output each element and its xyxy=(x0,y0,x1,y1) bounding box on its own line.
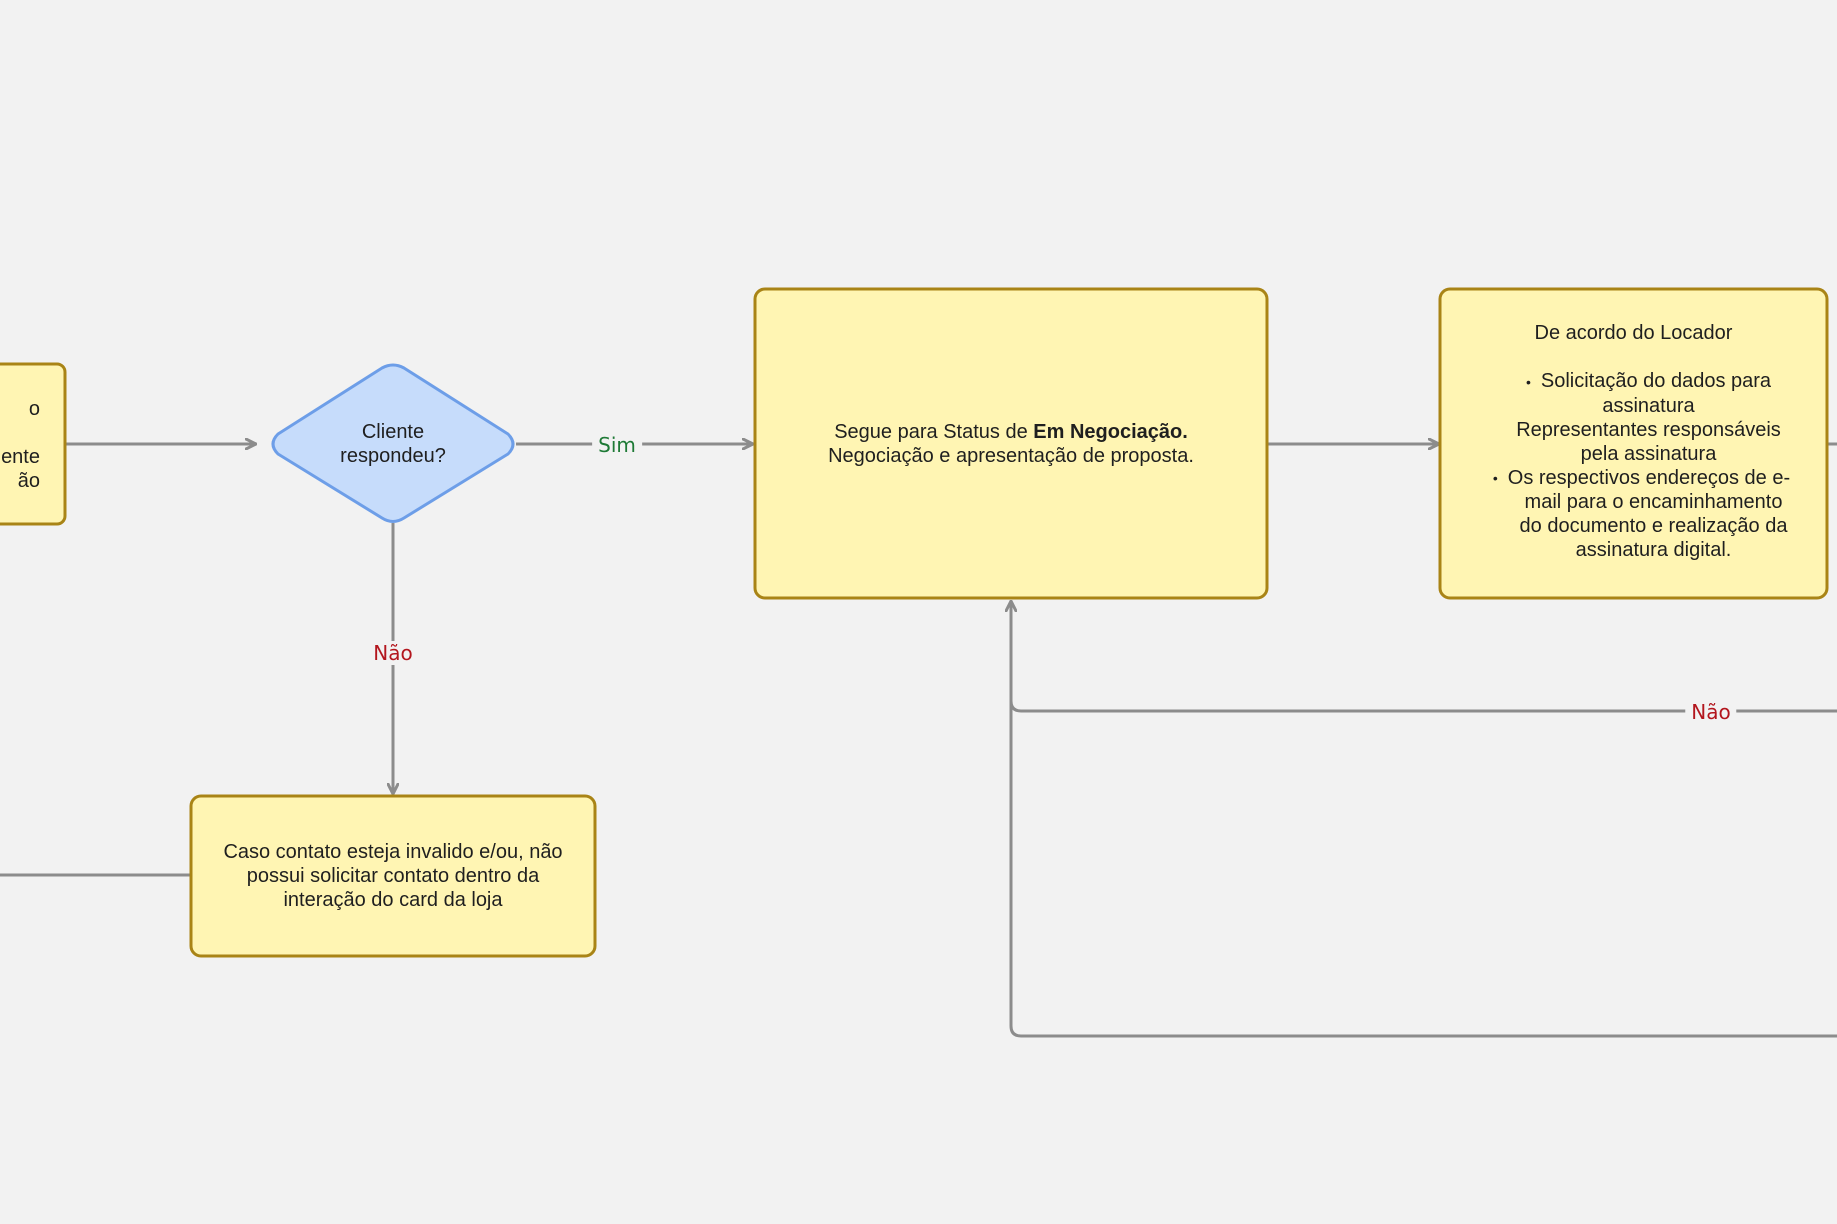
negociacao-line1: Segue para Status de Em Negociação. xyxy=(828,420,1194,444)
negociacao-status-bold: Em Negociação. xyxy=(1033,420,1188,443)
left-partial-line3: ão xyxy=(17,470,40,492)
invalido-line3: interação do card da loja xyxy=(283,889,503,911)
locador-bullet-2: • Os respectivos endereços de e- mail par… xyxy=(1445,466,1822,563)
edge-return-nao-to-negociacao xyxy=(1011,602,1837,713)
invalido-line1: Caso contato esteja invalido e/ou, não xyxy=(223,841,563,863)
invalido-line2: possui solicitar contato dentro da xyxy=(246,865,540,887)
decision-line1: Cliente xyxy=(361,421,425,443)
locador-bullet2-line4: assinatura digital. xyxy=(1575,539,1732,562)
edge-label-nao-down: Não xyxy=(367,641,419,665)
invalido-text: Caso contato esteja invalido e/ou, não p… xyxy=(196,801,590,951)
locador-bullet1-line4: pela assinatura xyxy=(1580,442,1717,465)
locador-bullet2-line1: Os respectivos endereços de e- xyxy=(1507,466,1791,489)
locador-title: De acordo do Locador xyxy=(1534,322,1733,344)
locador-bullet-1: • Solicitação do dados para assinatura Re… xyxy=(1445,369,1822,466)
left-partial-line1: o xyxy=(28,398,40,420)
decision-text: Cliente respondeu? xyxy=(300,404,486,484)
locador-bullet1-line1: Solicitação do dados para xyxy=(1540,370,1772,392)
edge-label-nao-return: Não xyxy=(1685,700,1737,724)
locador-bullet1-line2: assinatura xyxy=(1602,394,1695,417)
bullet-dot-icon: • xyxy=(1492,470,1498,487)
locador-bullet2-line3: do documento e realização da xyxy=(1519,515,1788,538)
bullet-dot-icon: • xyxy=(1525,373,1531,390)
left-partial-line2: ente xyxy=(1,446,40,468)
negociacao-line2: Negociação e apresentação de proposta. xyxy=(828,444,1194,467)
decision-line2: respondeu? xyxy=(340,445,446,467)
edge-label-sim: Sim xyxy=(592,433,642,457)
left-partial-box-text: o ente ão xyxy=(0,380,62,510)
edge-return-bottom-to-negociacao xyxy=(1009,700,1837,1038)
negociacao-prefix: Segue para Status de xyxy=(834,420,1034,443)
locador-bullet2-line2: mail para o encaminhamento xyxy=(1524,491,1783,514)
locador-bullet1-line3: Representantes responsáveis xyxy=(1516,418,1781,441)
flowchart-canvas xyxy=(0,287,1837,1038)
locador-text: De acordo do Locador • Solicitação do dad… xyxy=(1445,321,1822,565)
negociacao-text: Segue para Status de Em Negociação. Nego… xyxy=(760,294,1262,593)
